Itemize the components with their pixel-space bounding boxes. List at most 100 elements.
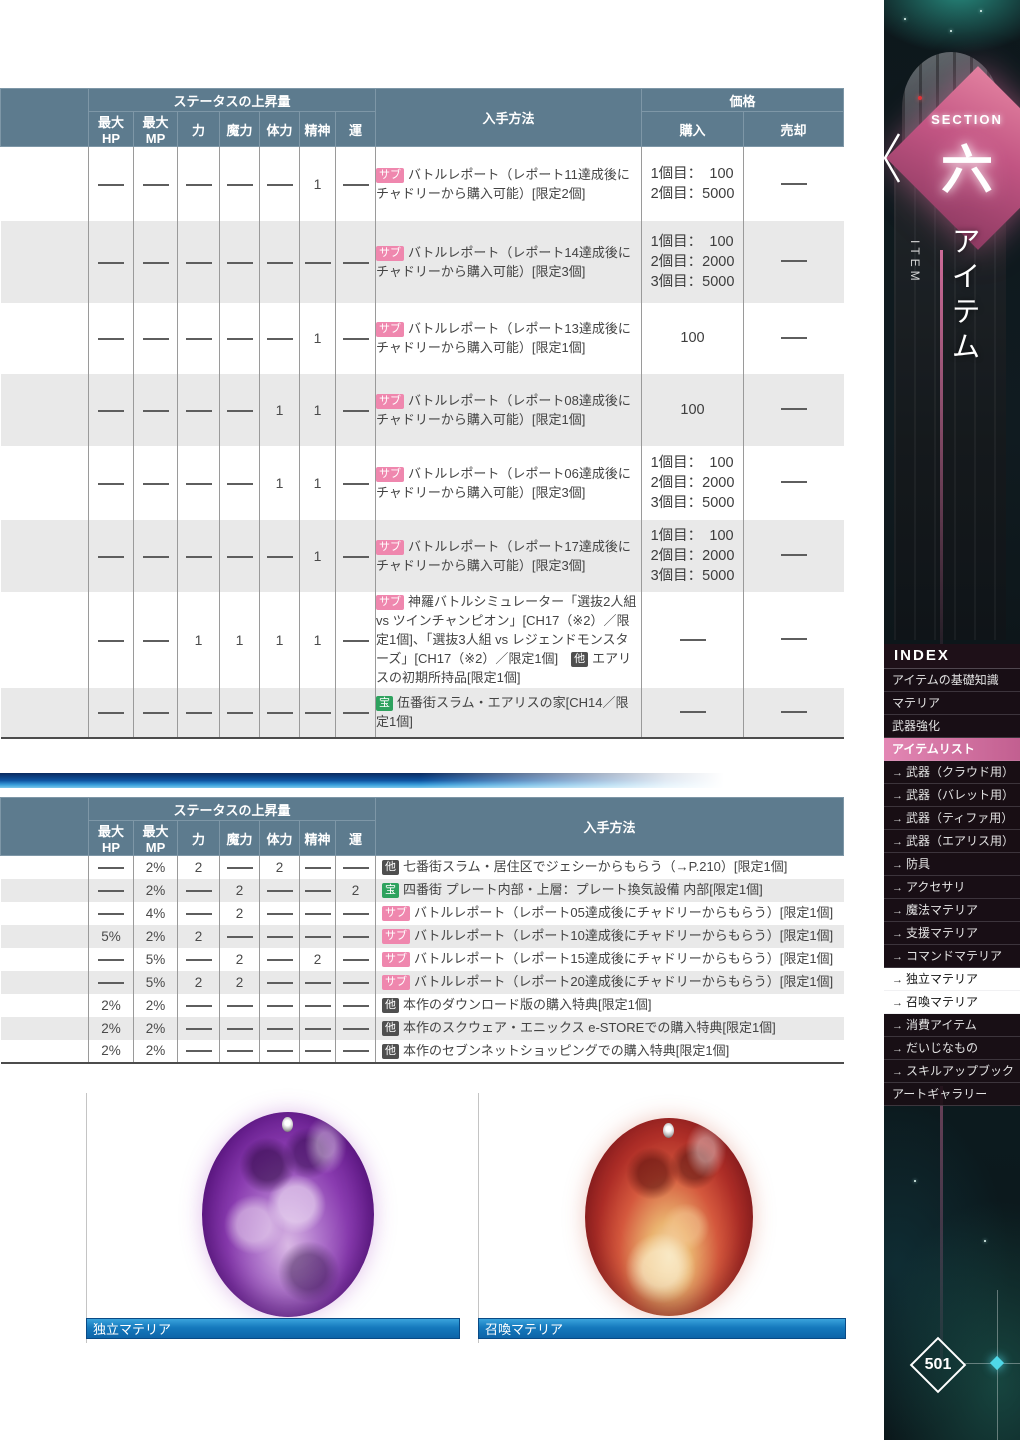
acquisition-header: 入手方法: [376, 89, 642, 147]
table-row: 5%2%2サブバトルレポート（レポート10達成後にチャドリーからもらう）[限定1…: [1, 925, 844, 948]
col-header-luck: 運: [336, 821, 376, 856]
stat-value-cell: [178, 1017, 220, 1040]
table-row: 1サブバトルレポート（レポート11達成後にチャドリーから購入可能）[限定2個]1…: [1, 147, 844, 221]
acquisition-tag: 他: [382, 860, 399, 875]
price-lines: 1個目： 100 2個目：2000 3個目：5000: [651, 232, 735, 292]
acquisition-tag: サブ: [376, 322, 404, 337]
table-row: 4%2サブバトルレポート（レポート05達成後にチャドリーからもらう）[限定1個]: [1, 902, 844, 925]
stat-value-cell: [178, 1040, 220, 1063]
dash: [305, 982, 331, 984]
stat-value-cell: [336, 592, 376, 688]
item-name-header: [1, 89, 89, 147]
stat-value-cell: [260, 902, 300, 925]
acquisition-cell: サブバトルレポート（レポート08達成後にチャドリーから購入可能）[限定1個]: [376, 374, 642, 446]
item-name-cell: [1, 994, 89, 1017]
stat-value-cell: [260, 971, 300, 994]
stat-value-cell: 2%: [134, 856, 178, 879]
stat-value-cell: [178, 879, 220, 902]
stat-value-cell: 1: [300, 374, 336, 446]
stat-value-cell: [220, 925, 260, 948]
section-title-en: ITEM: [908, 240, 922, 285]
item-name-cell: [1, 147, 89, 221]
dash: [781, 183, 807, 185]
sell-price-cell: [744, 592, 844, 688]
dash: [143, 410, 169, 412]
dash: [680, 711, 706, 713]
stat-value-cell: [134, 147, 178, 221]
dash: [227, 184, 253, 186]
stat-value-cell: [220, 688, 260, 738]
dash: [267, 959, 293, 961]
acquisition-cell: サブバトルレポート（レポート10達成後にチャドリーからもらう）[限定1個]: [376, 925, 844, 948]
stat-value-cell: [336, 971, 376, 994]
sell-price-cell: [744, 147, 844, 221]
stat-value-cell: [178, 303, 220, 374]
acquisition-header: 入手方法: [376, 798, 844, 856]
stat-value-cell: [300, 1040, 336, 1063]
stat-value-cell: 5%: [134, 948, 178, 971]
stat-value-cell: [336, 374, 376, 446]
stat-value-cell: [336, 688, 376, 738]
stat-value-cell: [134, 221, 178, 303]
table-row: 5%22サブバトルレポート（レポート20達成後にチャドリーからもらう）[限定1個…: [1, 971, 844, 994]
stat-value-cell: 2%: [134, 879, 178, 902]
stat-value-cell: 1: [260, 374, 300, 446]
dash: [305, 1050, 331, 1052]
item-name-cell: [1, 1040, 89, 1063]
stat-value-cell: [260, 147, 300, 221]
acquisition-cell: サブバトルレポート（レポート14達成後にチャドリーから購入可能）[限定3個]: [376, 221, 642, 303]
stat-value-cell: [336, 925, 376, 948]
price-lines: 100: [680, 328, 704, 348]
dash: [227, 410, 253, 412]
dash: [227, 936, 253, 938]
acquisition-cell: 宝四番街 プレート内部・上層：プレート換気設備 内部[限定1個]: [376, 879, 844, 902]
dash: [343, 712, 369, 714]
dash: [680, 639, 706, 641]
dash: [186, 1050, 212, 1052]
dash: [98, 410, 124, 412]
acquisition-cell: サブバトルレポート（レポート20達成後にチャドリーからもらう）[限定1個]: [376, 971, 844, 994]
dash: [143, 712, 169, 714]
stat-value-cell: [220, 856, 260, 879]
sell-price-cell: [744, 303, 844, 374]
acquisition-cell: サブバトルレポート（レポート17達成後にチャドリーから購入可能）[限定3個]: [376, 520, 642, 592]
stat-value-cell: [336, 994, 376, 1017]
stat-value-cell: [300, 925, 336, 948]
acquisition-cell: サブバトルレポート（レポート15達成後にチャドリーからもらう）[限定1個]: [376, 948, 844, 971]
col-header-buy: 購入: [642, 112, 744, 147]
col-header-maxmp: 最大MP: [134, 821, 178, 856]
table-row: 11サブバトルレポート（レポート06達成後にチャドリーから購入可能）[限定3個]…: [1, 446, 844, 520]
dash: [305, 1028, 331, 1030]
dash: [343, 1050, 369, 1052]
dash: [781, 638, 807, 640]
stat-value-cell: [178, 994, 220, 1017]
stat-value-cell: [134, 303, 178, 374]
price-lines: 1個目： 100 2個目：5000: [651, 164, 735, 204]
index-item-label: 武器強化: [892, 719, 940, 733]
stat-value-cell: [336, 1017, 376, 1040]
sell-price-cell: [744, 520, 844, 592]
guide-page: ステータスの上昇量 入手方法 価格 最大HP 最大MP 力 魔力 体力 精神 運…: [0, 0, 1020, 1440]
stat-value-cell: [336, 1040, 376, 1063]
price-lines: 1個目： 100 2個目：2000 3個目：5000: [651, 453, 735, 513]
table-row: 2%22他七番街スラム・居住区でジェシーからもらう（→P.210）[限定1個]: [1, 856, 844, 879]
item-name-header: [1, 798, 89, 856]
stat-value-cell: [178, 221, 220, 303]
arrow-right-icon: →: [892, 905, 903, 917]
index-item-label: だいじなもの: [906, 1041, 978, 1055]
index-item-label: 支援マテリア: [906, 926, 978, 940]
index-item: →消費アイテム: [884, 1014, 1020, 1037]
dash: [143, 640, 169, 642]
index-item: アイテムの基礎知識: [884, 669, 1020, 692]
section-divider-bar: [0, 773, 724, 788]
acquisition-tag: サブ: [376, 394, 404, 409]
dash: [343, 867, 369, 869]
stat-value-cell: 1: [300, 446, 336, 520]
stat-value-cell: [336, 856, 376, 879]
stat-value-cell: 2: [260, 856, 300, 879]
index-item-label: 独立マテリア: [906, 972, 978, 986]
index-item-label: 消費アイテム: [906, 1018, 977, 1032]
index-item-label: 武器（クラウド用）: [906, 765, 1014, 779]
stat-value-cell: 5%: [89, 925, 134, 948]
stat-value-cell: [260, 925, 300, 948]
